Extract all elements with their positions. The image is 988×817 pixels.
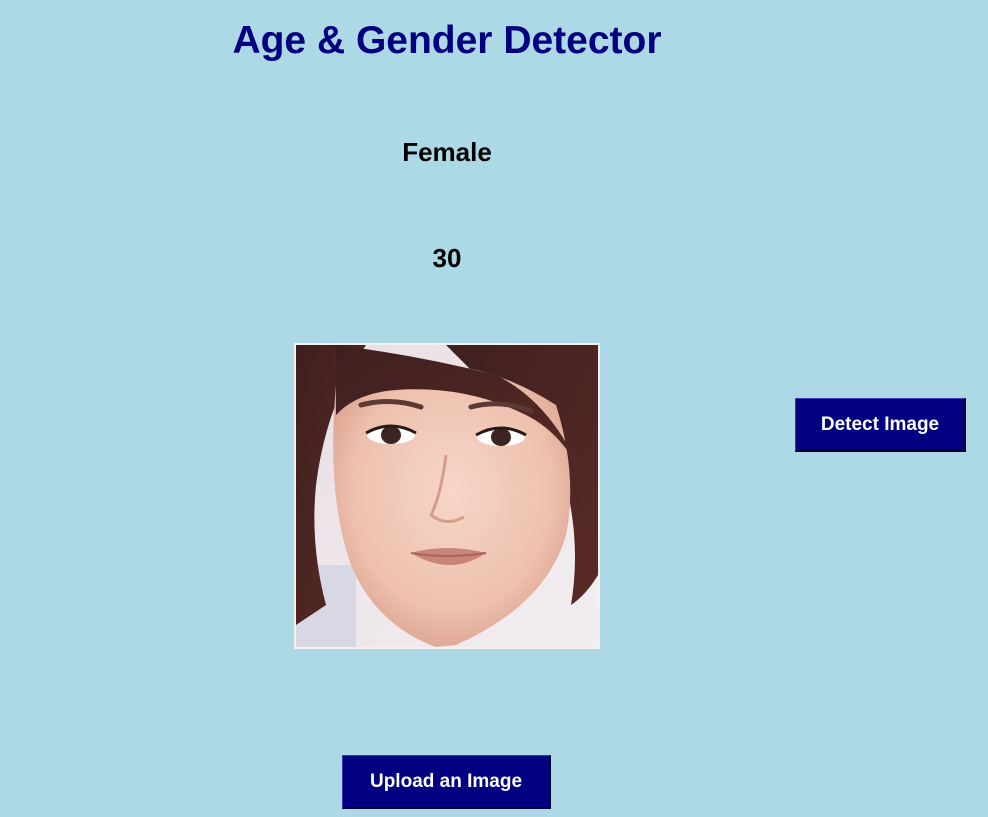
face-image — [296, 345, 598, 647]
page-title: Age & Gender Detector — [232, 19, 662, 62]
age-result: 30 — [432, 243, 462, 273]
gender-result: Female — [402, 137, 492, 167]
uploaded-photo — [294, 343, 600, 649]
upload-image-button[interactable]: Upload an Image — [342, 755, 551, 809]
detect-image-button[interactable]: Detect Image — [795, 398, 966, 452]
